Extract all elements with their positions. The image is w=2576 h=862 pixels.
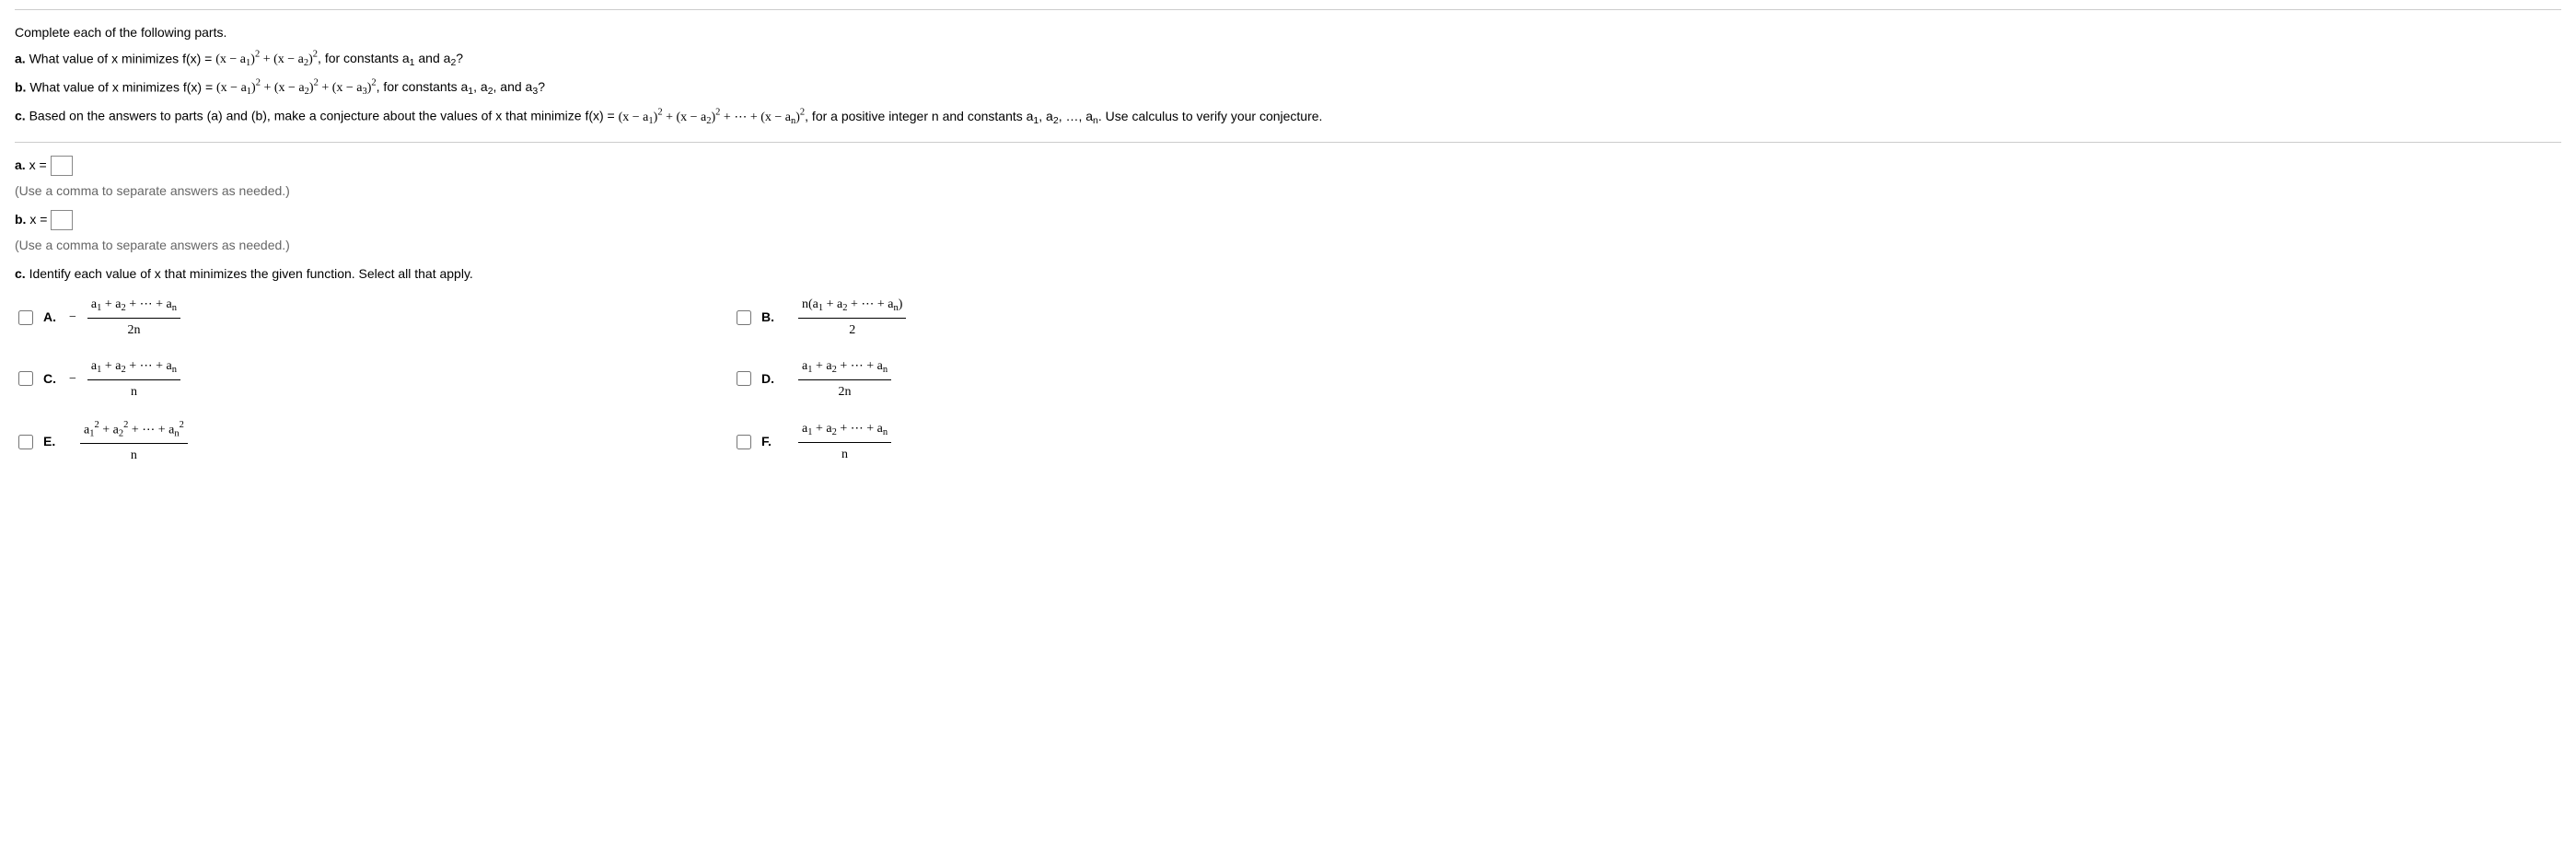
choice-a[interactable]: A. − a1 + a2 + ⋯ + an 2n: [15, 295, 733, 340]
choice-c-num: a1 + a2 + ⋯ + an: [87, 356, 180, 380]
choice-f-num: a1 + a2 + ⋯ + an: [798, 419, 891, 443]
choice-f-letter: F.: [761, 432, 780, 451]
choice-f-fraction: a1 + a2 + ⋯ + an n: [798, 419, 891, 464]
answer-b-hint: (Use a comma to separate answers as need…: [15, 236, 2561, 255]
part-c-label: c.: [15, 109, 26, 123]
choice-b-checkbox[interactable]: [737, 310, 751, 325]
choice-a-neg: −: [69, 308, 80, 327]
part-c-prompt: c. Identify each value of x that minimiz…: [15, 264, 2561, 284]
choice-c[interactable]: C. − a1 + a2 + ⋯ + an n: [15, 356, 733, 402]
part-c-suffix: , for a positive integer n and constants…: [805, 109, 1322, 123]
choice-d[interactable]: D. a1 + a2 + ⋯ + an 2n: [733, 356, 1451, 402]
part-c-equation: (x − a1)2 + (x − a2)2 + ⋯ + (x − an)2: [619, 111, 806, 124]
choice-a-letter: A.: [43, 308, 62, 327]
choice-b-letter: B.: [761, 308, 780, 327]
choice-e-den: n: [80, 444, 188, 465]
part-b-label: b.: [15, 79, 26, 94]
choice-b-den: 2: [798, 319, 906, 340]
intro-text: Complete each of the following parts.: [15, 23, 2561, 42]
part-c-prompt-label: c.: [15, 266, 26, 281]
part-a-label: a.: [15, 51, 26, 65]
choice-c-den: n: [87, 380, 180, 402]
part-a-suffix: , for constants a1 and a2?: [318, 51, 463, 65]
choice-c-checkbox[interactable]: [18, 371, 33, 386]
part-b-question: b. What value of x minimizes f(x) = (x −…: [15, 76, 2561, 99]
choice-c-neg: −: [69, 369, 80, 389]
answer-b-var: x =: [26, 212, 51, 227]
choice-f[interactable]: F. a1 + a2 + ⋯ + an n: [733, 418, 1451, 465]
choice-d-checkbox[interactable]: [737, 371, 751, 386]
part-b-equation: (x − a1)2 + (x − a2)2 + (x − a3)2: [216, 81, 377, 95]
part-c-prefix: Based on the answers to parts (a) and (b…: [26, 109, 619, 123]
answer-a-label: a.: [15, 157, 26, 172]
answer-a-var: x =: [26, 157, 51, 172]
answer-a-hint: (Use a comma to separate answers as need…: [15, 181, 2561, 201]
choice-c-fraction: a1 + a2 + ⋯ + an n: [87, 356, 180, 402]
answer-b-input[interactable]: [51, 210, 73, 230]
choice-f-checkbox[interactable]: [737, 435, 751, 449]
answer-a-row: a. x =: [15, 156, 2561, 176]
part-c-prompt-text: Identify each value of x that minimizes …: [26, 266, 473, 281]
choice-f-den: n: [798, 443, 891, 464]
choice-b-num: n(a1 + a2 + ⋯ + an): [798, 295, 906, 319]
choice-e-fraction: a12 + a22 + ⋯ + an2 n: [80, 418, 188, 465]
part-a-prefix: What value of x minimizes f(x) =: [26, 51, 216, 65]
choice-e-num: a12 + a22 + ⋯ + an2: [80, 418, 188, 444]
choice-a-num: a1 + a2 + ⋯ + an: [87, 295, 180, 319]
choice-a-checkbox[interactable]: [18, 310, 33, 325]
part-a-equation: (x − a1)2 + (x − a2)2: [215, 52, 318, 66]
choice-a-fraction: a1 + a2 + ⋯ + an 2n: [87, 295, 180, 340]
part-b-prefix: What value of x minimizes f(x) =: [26, 79, 216, 94]
answer-b-label: b.: [15, 212, 26, 227]
choice-b-fraction: n(a1 + a2 + ⋯ + an) 2: [798, 295, 906, 340]
choice-c-letter: C.: [43, 369, 62, 389]
choice-d-den: 2n: [798, 380, 891, 402]
question-block: Complete each of the following parts. a.…: [15, 9, 2561, 142]
choice-e-checkbox[interactable]: [18, 435, 33, 449]
choice-d-num: a1 + a2 + ⋯ + an: [798, 356, 891, 380]
choice-d-fraction: a1 + a2 + ⋯ + an 2n: [798, 356, 891, 402]
choice-e[interactable]: E. a12 + a22 + ⋯ + an2 n: [15, 418, 733, 465]
answer-a-input[interactable]: [51, 156, 73, 176]
choice-a-den: 2n: [87, 319, 180, 340]
choice-e-letter: E.: [43, 432, 62, 451]
answers-block: a. x = (Use a comma to separate answers …: [15, 142, 2561, 473]
choice-d-letter: D.: [761, 369, 780, 389]
answer-b-row: b. x =: [15, 210, 2561, 230]
part-b-suffix: , for constants a1, a2, and a3?: [377, 79, 545, 94]
choices-grid: A. − a1 + a2 + ⋯ + an 2n B. n(a1 + a2 + …: [15, 295, 2561, 465]
choice-b[interactable]: B. n(a1 + a2 + ⋯ + an) 2: [733, 295, 1451, 340]
part-a-question: a. What value of x minimizes f(x) = (x −…: [15, 48, 2561, 71]
part-c-question: c. Based on the answers to parts (a) and…: [15, 105, 2561, 128]
